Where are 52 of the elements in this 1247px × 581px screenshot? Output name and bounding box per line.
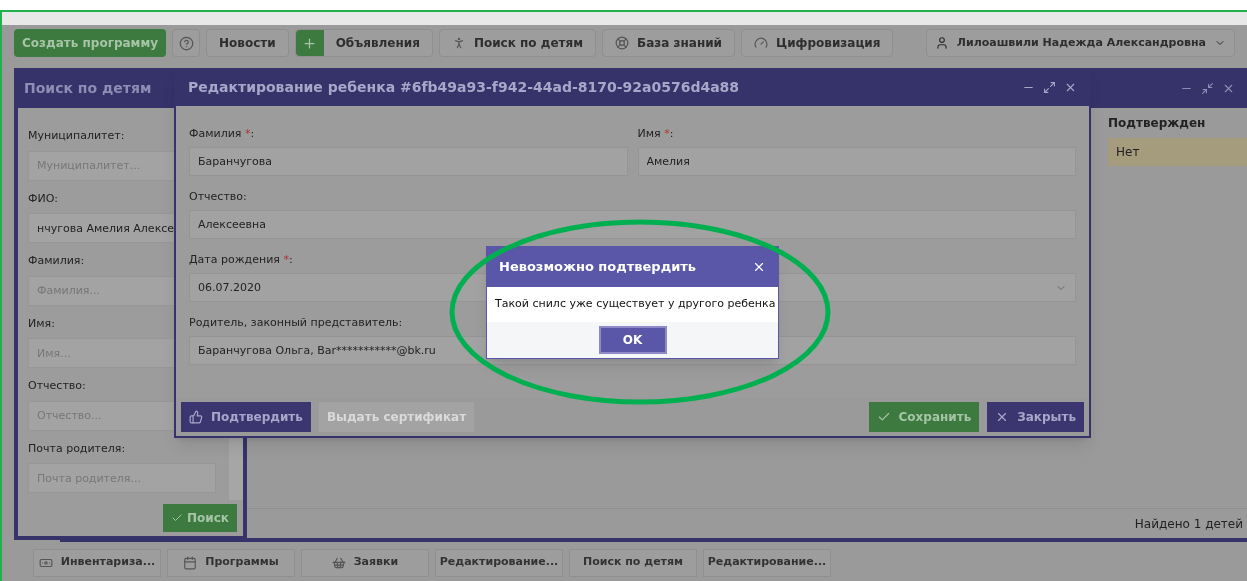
- gauge-icon: [754, 36, 769, 50]
- save-button[interactable]: Сохранить: [868, 402, 980, 432]
- close-button[interactable]: Закрыть: [987, 402, 1084, 432]
- taskbar-item[interactable]: Редактирование...: [703, 548, 831, 577]
- basket-icon: [331, 555, 346, 570]
- input-field[interactable]: Баранчугова: [189, 147, 628, 176]
- field-label: Муниципалитет:: [28, 128, 125, 144]
- taskbar-item[interactable]: Поиск по детям: [569, 548, 697, 577]
- search-button[interactable]: Поиск: [163, 504, 237, 532]
- create-program-button[interactable]: Создать программу: [14, 29, 167, 57]
- lifebuoy-icon: [615, 36, 630, 50]
- toolbar-button[interactable]: Объявления: [294, 29, 433, 57]
- toolbar-button[interactable]: Цифровизация: [741, 29, 894, 57]
- field-label: Почта родителя:: [28, 440, 126, 457]
- confirm-button[interactable]: Подтвердить: [181, 402, 311, 432]
- ok-button[interactable]: OK: [598, 326, 667, 354]
- user-icon: [934, 36, 949, 50]
- taskbar-item[interactable]: Инвентариза...: [33, 548, 161, 577]
- dialog-title: Редактирование ребенка #6fb49a93-f942-44ad-8170-92a0576d4a88: [188, 77, 740, 97]
- field-label: Отчество:: [28, 378, 86, 394]
- toolbar-button[interactable]: Поиск по детям: [438, 29, 597, 57]
- toolbar-button[interactable]: Новости: [206, 29, 289, 57]
- help-icon: [178, 35, 194, 51]
- check-icon: [171, 512, 184, 524]
- field-label: Отчество:: [189, 189, 247, 204]
- taskbar-item[interactable]: Программы: [167, 548, 295, 577]
- table-row[interactable]: Нет: [1108, 138, 1247, 166]
- field-label: Имя *:: [637, 126, 674, 141]
- toolbar-button[interactable]: База знаний: [602, 29, 736, 57]
- check-icon: [876, 410, 891, 424]
- restore-icon[interactable]: [1201, 81, 1214, 95]
- field-label: ФИО:: [28, 190, 59, 207]
- column-header: Подтвержден: [1108, 115, 1206, 132]
- field-label: Фамилия:: [28, 253, 85, 269]
- results-count: Найдено 1 детей: [1134, 515, 1243, 533]
- input-field[interactable]: Алексеевна: [189, 210, 1076, 239]
- calendar-icon: [183, 555, 198, 570]
- panel-title: Поиск по детям: [24, 78, 152, 98]
- help-button[interactable]: [172, 29, 201, 57]
- close-icon[interactable]: [752, 260, 766, 274]
- table-cell-text: Нет: [1116, 144, 1140, 161]
- field-label: Фамилия *:: [189, 126, 255, 141]
- thumbs-up-icon: [189, 410, 203, 424]
- maximize-icon[interactable]: [1043, 80, 1056, 94]
- field-label: Родитель, законный представитель:: [189, 315, 403, 330]
- taskbar-item[interactable]: Редактирование...: [435, 548, 563, 577]
- field-label: Дата рождения *:: [189, 252, 293, 267]
- user-menu[interactable]: Лилоашвили Надежда Александровна: [925, 29, 1235, 57]
- plus-icon: [295, 30, 324, 56]
- input-field[interactable]: Амелия: [637, 147, 1076, 176]
- taskbar-item[interactable]: Заявки: [301, 548, 429, 577]
- field-label: Имя:: [28, 315, 55, 332]
